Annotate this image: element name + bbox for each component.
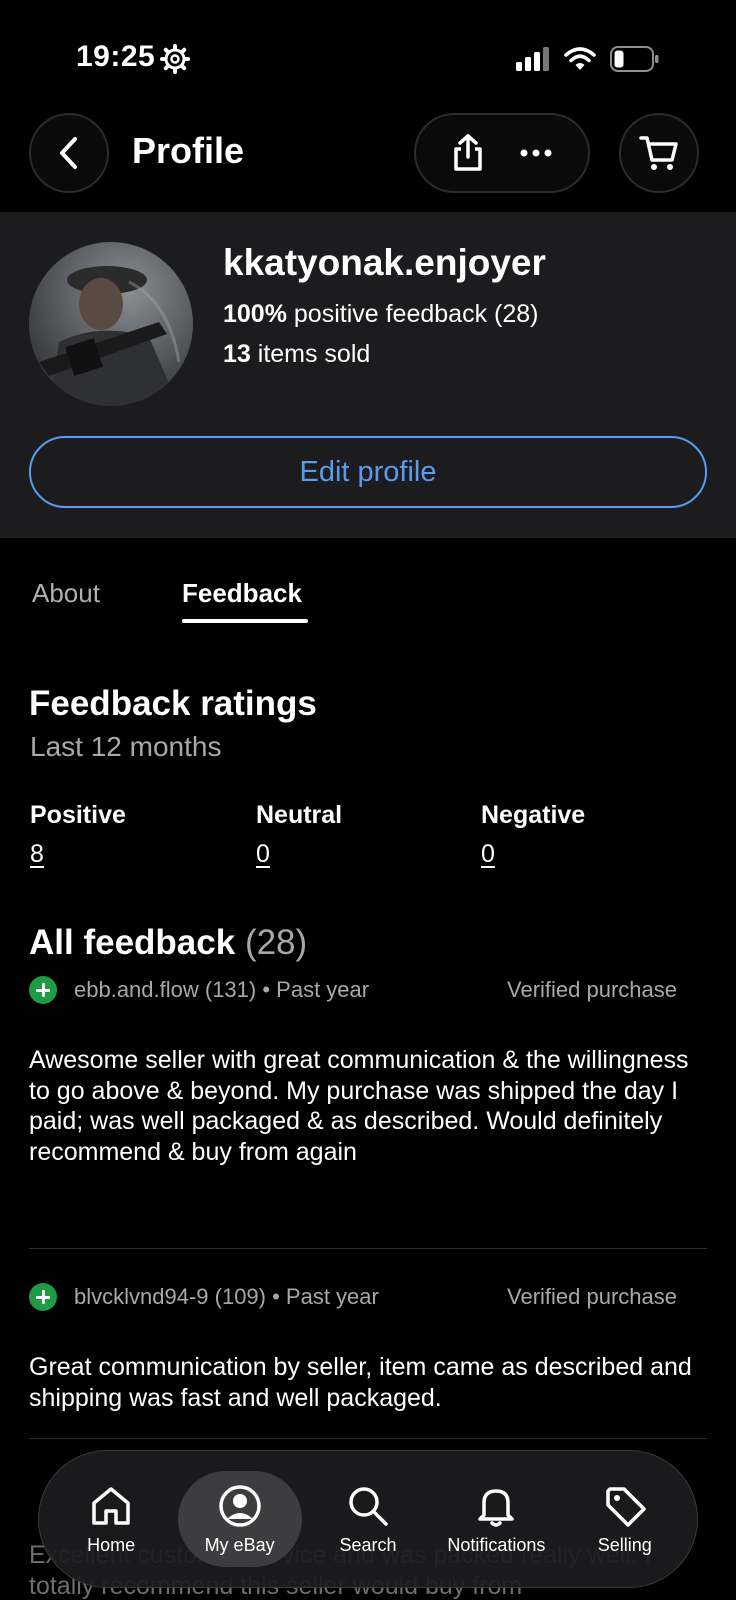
rating-positive-label: Positive [30,801,126,829]
items-sold-text: items sold [250,340,371,368]
profile-card: kkatyonak.enjoyer 100% positive feedback… [0,212,736,538]
chevron-left-icon [60,137,77,169]
wifi-icon [564,47,596,70]
rating-negative-value[interactable]: 0 [481,840,495,869]
rating-neutral: Neutral 0 [256,801,342,869]
verified-purchase-label: Verified purchase [507,1284,677,1309]
status-time: 19:25 [76,40,156,73]
divider [29,1438,707,1439]
feedback-item-meta: blvcklvnd94-9 (109) • Past year Verified… [29,1282,707,1312]
header-actions [414,113,590,193]
nav-notifications-label: Notifications [447,1534,546,1555]
rating-positive: Positive 8 [30,801,126,869]
positive-plus-icon [29,976,57,1004]
feedback-item-meta: ebb.and.flow (131) • Past year Verified … [29,975,707,1005]
username: kkatyonak.enjoyer [223,242,546,283]
feedback-text: positive feedback (28) [286,300,539,328]
cart-icon [639,136,678,170]
back-button[interactable] [29,113,109,193]
user-circle-icon [218,1484,261,1527]
share-icon[interactable] [451,133,485,173]
avatar[interactable] [29,242,193,406]
feedback-user[interactable]: ebb.and.flow (131) • Past year [74,977,369,1003]
feedback-user[interactable]: blvcklvnd94-9 (109) • Past year [74,1284,379,1310]
nav-search-label: Search [339,1534,397,1555]
bottom-tab-bar: Home My eBay Search Notifications Sellin… [38,1450,698,1588]
nav-my-ebay[interactable]: My eBay [177,1471,302,1567]
tab-about[interactable]: About [32,578,100,609]
ratings-title: Feedback ratings [29,684,317,723]
positive-plus-icon [29,1283,57,1311]
nav-selling-label: Selling [597,1534,652,1555]
page-title: Profile [132,130,245,171]
nav-notifications[interactable]: Notifications [434,1471,558,1567]
status-indicators [516,46,660,72]
rating-negative: Negative 0 [481,801,585,869]
bell-icon [478,1488,515,1527]
nav-selling[interactable]: Selling [563,1471,687,1567]
active-tab-indicator [182,619,308,623]
items-sold-count: 13 [223,340,251,368]
nav-home-label: Home [87,1534,136,1555]
cart-button[interactable] [619,113,699,193]
battery-icon [610,46,659,72]
feedback-comment: Great communication by seller, item came… [29,1353,692,1412]
nav-home[interactable]: Home [49,1471,173,1567]
verified-purchase-label: Verified purchase [507,977,677,1002]
divider [29,1248,707,1249]
feedback-comment: Awesome seller with great communication … [29,1046,689,1166]
ratings-period: Last 12 months [30,731,222,762]
more-options-icon[interactable] [519,148,553,158]
tag-icon [606,1486,646,1527]
rating-negative-label: Negative [481,801,586,829]
edit-profile-button[interactable]: Edit profile [29,436,707,508]
home-icon [92,1486,130,1525]
tab-feedback[interactable]: Feedback [182,578,302,609]
feedback-summary: 100% positive feedback (28) [223,300,538,329]
avatar-image [29,242,193,406]
nav-my-ebay-label: My eBay [204,1534,275,1555]
rating-neutral-value[interactable]: 0 [256,840,270,869]
rating-neutral-label: Neutral [256,801,343,829]
feedback-percent: 100% [223,300,287,328]
settings-gear-icon [160,44,190,74]
search-icon [349,1486,388,1526]
items-sold-summary: 13 items sold [223,340,370,369]
nav-search[interactable]: Search [306,1471,430,1567]
all-feedback-count: (28) [244,923,308,962]
all-feedback-title: All feedback (28) [29,923,307,963]
rating-positive-value[interactable]: 8 [30,840,44,869]
all-feedback-label: All feedback [29,923,236,962]
cellular-signal-icon [516,47,549,71]
